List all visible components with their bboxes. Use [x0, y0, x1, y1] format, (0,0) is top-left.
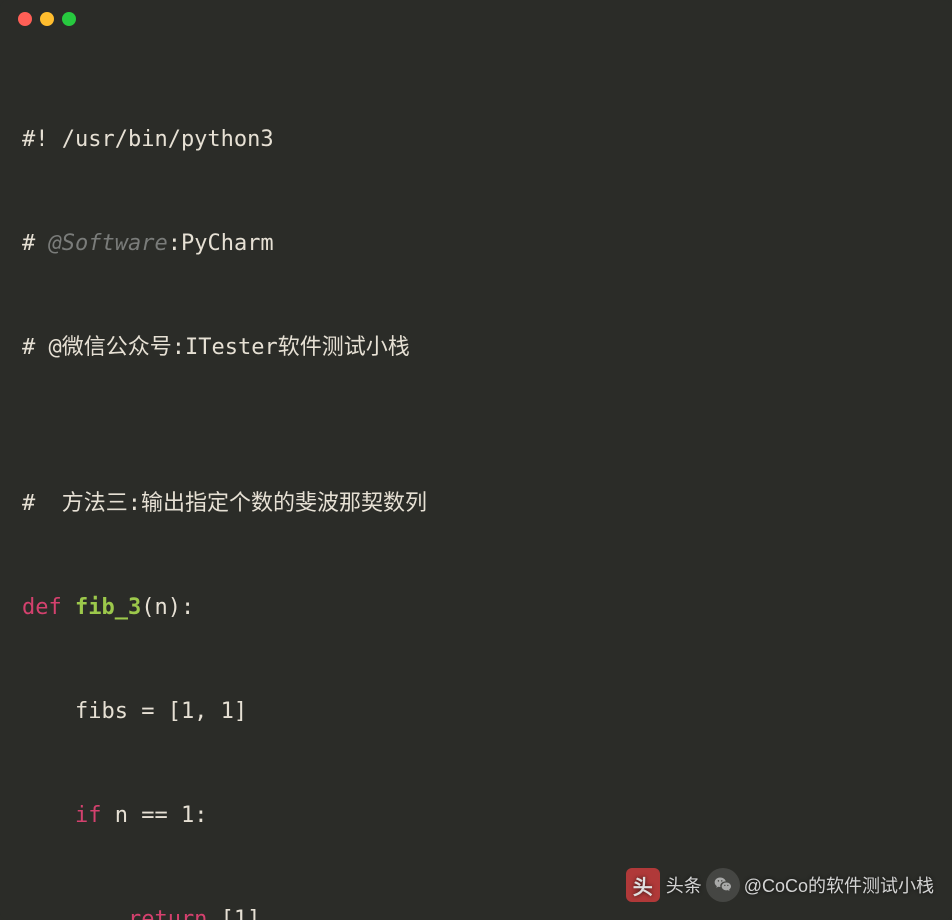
- code-text: (n):: [141, 595, 194, 620]
- code-window: #! /usr/bin/python3 # @Software:PyCharm …: [0, 0, 952, 920]
- keyword-return: return: [22, 907, 207, 920]
- wechat-icon: [706, 868, 740, 902]
- code-decorator: @Software: [49, 231, 168, 256]
- minimize-icon[interactable]: [40, 12, 54, 26]
- code-comment-prefix: #: [22, 231, 49, 256]
- code-text: n == 1:: [101, 803, 207, 828]
- keyword-if: if: [22, 803, 101, 828]
- code-comment: # 方法三:输出指定个数的斐波那契数列: [22, 491, 427, 516]
- function-name: fib_3: [75, 595, 141, 620]
- code-block: #! /usr/bin/python3 # @Software:PyCharm …: [0, 38, 952, 920]
- close-icon[interactable]: [18, 12, 32, 26]
- code-line: #! /usr/bin/python3: [22, 114, 930, 166]
- code-text: [1]: [207, 907, 260, 920]
- watermark: 头 头条 @CoCo的软件测试小栈: [626, 868, 934, 902]
- code-line: fibs = [1, 1]: [22, 686, 930, 738]
- window-titlebar: [0, 0, 952, 38]
- keyword-def: def: [22, 595, 75, 620]
- code-line: # 方法三:输出指定个数的斐波那契数列: [22, 478, 930, 530]
- code-line: # @微信公众号:ITester软件测试小栈: [22, 322, 930, 374]
- code-line: def fib_3(n):: [22, 582, 930, 634]
- code-comment: # @微信公众号:ITester软件测试小栈: [22, 335, 410, 360]
- code-line: # @Software:PyCharm: [22, 218, 930, 270]
- code-text: fibs = [1, 1]: [22, 699, 247, 724]
- watermark-logo-icon: 头: [626, 868, 660, 902]
- code-text: :PyCharm: [168, 231, 274, 256]
- watermark-handle: @CoCo的软件测试小栈: [744, 872, 934, 898]
- code-shebang: #! /usr/bin/python3: [22, 127, 274, 152]
- maximize-icon[interactable]: [62, 12, 76, 26]
- code-line: if n == 1:: [22, 790, 930, 842]
- watermark-prefix: 头条: [666, 872, 702, 898]
